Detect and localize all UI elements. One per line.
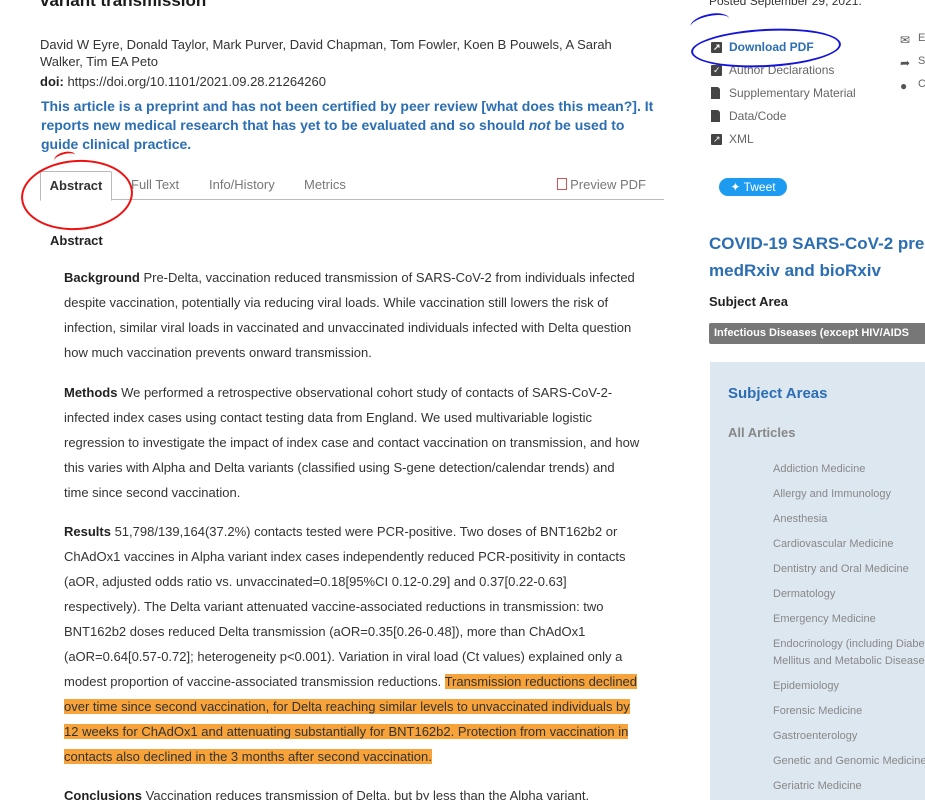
xml-link[interactable]: ↗ XML (711, 128, 856, 151)
preview-pdf-label: Preview PDF (570, 177, 646, 192)
xml-label: XML (729, 132, 754, 146)
share-icon: ➦ (900, 56, 911, 70)
disclaimer-text-1: This article is a preprint and has not b… (41, 98, 487, 114)
abstract-heading: Abstract (50, 233, 103, 248)
tweet-button[interactable]: ✦ Tweet (719, 178, 787, 196)
conclusions-label: Conclusions (64, 788, 143, 800)
subject-area-tag[interactable]: Infectious Diseases (except HIV/AIDS (709, 323, 925, 344)
subject-area-item[interactable]: Emergency Medicine (773, 611, 925, 628)
email-link[interactable]: ✉ E (900, 29, 925, 52)
subject-area-item[interactable]: Epidemiology (773, 678, 925, 695)
article-title: variant transmission (40, 0, 207, 10)
subject-areas-panel: Subject Areas All Articles Addiction Med… (710, 362, 925, 800)
blue-annotation-stroke (688, 10, 732, 36)
supplementary-material-link[interactable]: Supplementary Material (711, 82, 856, 105)
background-text: Pre-Delta, vaccination reduced transmiss… (64, 270, 635, 360)
abstract-conclusions: Conclusions Vaccination reduces transmis… (64, 783, 642, 800)
article-page: variant transmission David W Eyre, Donal… (0, 0, 925, 800)
methods-text: We performed a retrospective observation… (64, 385, 640, 500)
abstract-background: Background Pre-Delta, vaccination reduce… (64, 265, 642, 365)
data-code-label: Data/Code (729, 109, 787, 123)
supplementary-material-label: Supplementary Material (729, 86, 856, 100)
covid-heading-line-1: COVID-19 SARS-CoV-2 pre (709, 234, 925, 253)
all-articles-link[interactable]: All Articles (728, 425, 795, 440)
results-label: Results (64, 524, 111, 539)
subject-area-item[interactable]: Geriatric Medicine (773, 778, 925, 795)
abstract-methods: Methods We performed a retrospective obs… (64, 380, 642, 505)
subject-area-item[interactable]: Anesthesia (773, 511, 925, 528)
subject-area-item[interactable]: Forensic Medicine (773, 703, 925, 720)
doi-line: doi: https://doi.org/10.1101/2021.09.28.… (40, 74, 326, 89)
subject-area-item[interactable]: Addiction Medicine (773, 461, 925, 478)
abstract-results: Results 51,798/139,164(37.2%) contacts t… (64, 519, 642, 769)
tab-metrics[interactable]: Metrics (304, 171, 346, 199)
posted-date: Posted September 29, 2021. (709, 0, 862, 8)
covid-collection-heading[interactable]: COVID-19 SARS-CoV-2 pre medRxiv and bioR… (709, 230, 925, 284)
checkbox-icon: ✓ (711, 65, 722, 76)
subject-areas-title: Subject Areas (728, 385, 828, 402)
globe-icon: ● (900, 79, 908, 93)
data-code-link[interactable]: Data/Code (711, 105, 856, 128)
doi-label: doi: (40, 74, 64, 89)
subject-area-item[interactable]: Endocrinology (including Diabetes Mellit… (773, 636, 925, 670)
pdf-icon (557, 178, 568, 190)
subject-area-item[interactable]: Genetic and Genomic Medicine (773, 753, 925, 770)
document-icon (711, 87, 720, 99)
subject-area-item[interactable]: Gastroenterology (773, 728, 925, 745)
envelope-icon: ✉ (900, 33, 911, 47)
tweet-label: Tweet (743, 180, 776, 194)
conclusions-text: Vaccination reduces transmission of Delt… (142, 788, 590, 800)
subject-area-item[interactable]: Cardiovascular Medicine (773, 536, 925, 553)
subject-area-item[interactable]: Dermatology (773, 586, 925, 603)
twitter-bird-icon: ✦ (730, 180, 744, 194)
share-tools: ✉ E ➦ S ● C (900, 29, 925, 98)
share-link[interactable]: ➦ S (900, 52, 925, 75)
tab-info-history[interactable]: Info/History (209, 171, 275, 199)
preprint-disclaimer: This article is a preprint and has not b… (41, 97, 661, 154)
article-tabs: Abstract Full Text Info/History Metrics … (40, 171, 664, 201)
what-does-this-mean-link[interactable]: what does this mean? (486, 98, 632, 114)
covid-heading-line-2: medRxiv and bioRxiv (709, 261, 881, 280)
subject-area-list: Addiction Medicine Allergy and Immunolog… (773, 461, 925, 800)
subject-area-label: Subject Area (709, 294, 788, 309)
red-annotation-circle (18, 156, 136, 234)
disclaimer-emphasis: not (528, 117, 551, 133)
citation-link[interactable]: ● C (900, 75, 925, 98)
subject-area-item[interactable]: Allergy and Immunology (773, 486, 925, 503)
doi-link[interactable]: https://doi.org/10.1101/2021.09.28.21264… (67, 74, 326, 89)
results-text: 51,798/139,164(37.2%) contacts tested we… (64, 524, 626, 689)
background-label: Background (64, 270, 140, 285)
external-link-icon: ↗ (711, 134, 722, 145)
document-icon (711, 110, 720, 122)
author-list: David W Eyre, Donald Taylor, Mark Purver… (40, 37, 612, 69)
tab-full-text[interactable]: Full Text (131, 171, 179, 199)
methods-label: Methods (64, 385, 118, 400)
tab-preview-pdf[interactable]: Preview PDF (557, 171, 646, 199)
subject-area-item[interactable]: Dentistry and Oral Medicine (773, 561, 925, 578)
